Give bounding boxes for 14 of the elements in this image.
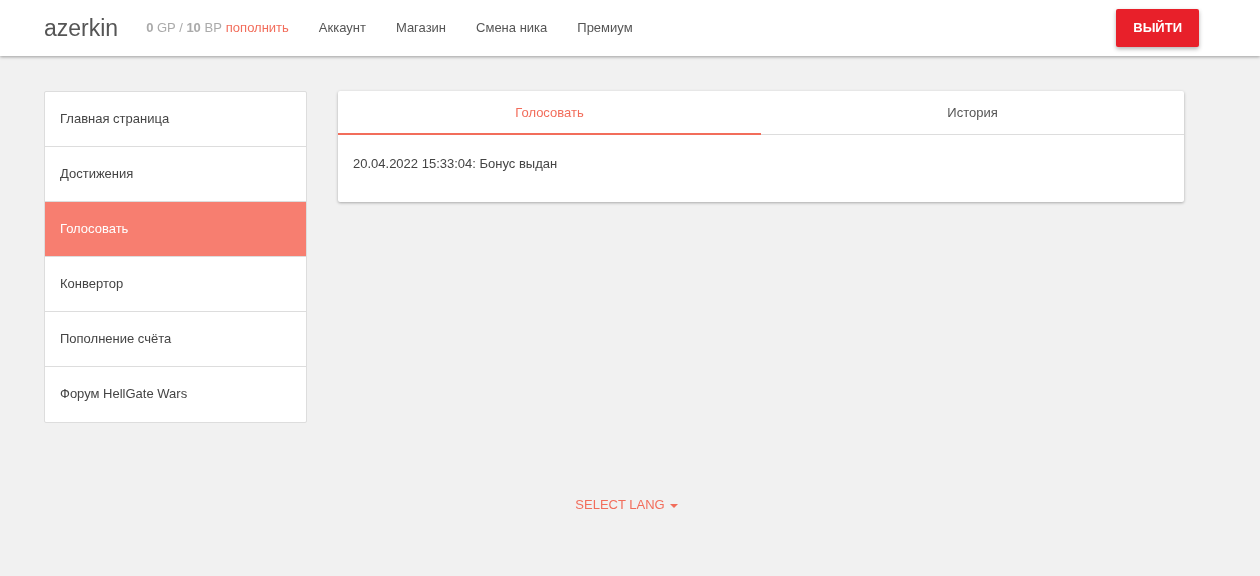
caret-icon <box>669 503 678 508</box>
logout-button[interactable]: ВЫЙТИ <box>1116 9 1199 47</box>
sidebar-item[interactable]: Главная страница <box>45 92 306 147</box>
nav-link[interactable]: Магазин <box>395 18 447 38</box>
history-entry: 20.04.2022 15:33:04: Бонус выдан <box>352 155 559 173</box>
nav-link[interactable]: Премиум <box>577 18 633 38</box>
nav-link[interactable]: Аккаунт <box>318 18 366 38</box>
brand-name: azerkin <box>44 13 119 43</box>
sidebar-item[interactable]: Пополнение счёта <box>45 312 306 367</box>
nav-link[interactable]: Смена ника <box>476 18 548 38</box>
sidebar-item[interactable]: Форум HellGate Wars <box>45 367 306 422</box>
sidebar-item[interactable]: Конвертор <box>45 257 306 312</box>
tab[interactable]: История <box>761 91 1184 135</box>
balance-text: 0 GP / 10 BP <box>146 19 222 38</box>
